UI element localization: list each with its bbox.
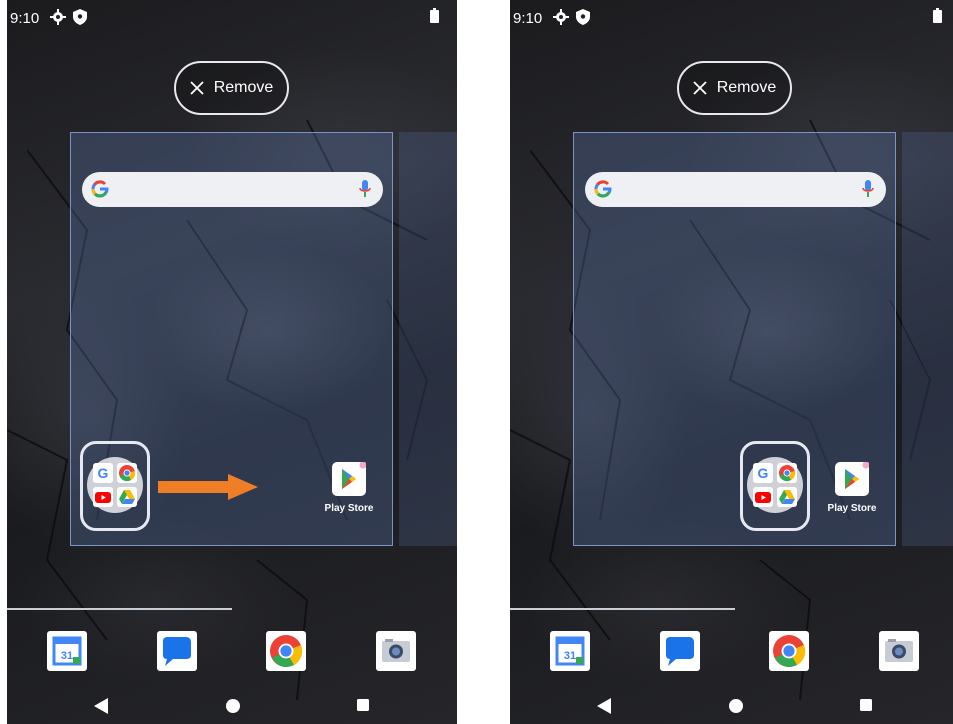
status-bar: 9:10 (7, 0, 457, 34)
play-store-label: Play Store (827, 503, 877, 514)
next-page-preview (902, 132, 953, 546)
svg-text:G: G (98, 465, 109, 481)
calendar-day: 31 (564, 650, 576, 662)
chrome-icon[interactable] (264, 629, 308, 673)
messages-icon[interactable] (658, 629, 702, 673)
app-folder[interactable]: G (87, 457, 143, 513)
camera-icon[interactable] (877, 629, 921, 673)
microphone-icon[interactable] (862, 180, 874, 199)
settings-gear-icon (50, 9, 66, 25)
camera-icon[interactable] (374, 629, 418, 673)
home-screen-after: 9:10 Remove G Play Store 31 (510, 0, 953, 724)
recents-button[interactable] (357, 699, 369, 711)
close-icon (190, 81, 204, 95)
google-icon: G (93, 463, 113, 483)
back-button[interactable] (94, 698, 108, 714)
battery-icon (933, 8, 942, 23)
youtube-icon (753, 487, 773, 507)
play-store-icon[interactable] (835, 461, 870, 496)
dock-divider (7, 608, 232, 610)
home-screen-before: 9:10 Remove G Play Store 31 (7, 0, 457, 724)
youtube-icon (93, 487, 113, 507)
back-button[interactable] (597, 698, 611, 714)
svg-text:G: G (758, 465, 769, 481)
close-icon (693, 81, 707, 95)
dock-divider (510, 608, 735, 610)
messages-icon[interactable] (155, 629, 199, 673)
status-bar: 9:10 (510, 0, 953, 34)
remove-drop-target[interactable]: Remove (174, 61, 289, 115)
drive-icon (777, 487, 797, 507)
calendar-icon[interactable]: 31 (548, 629, 592, 673)
chrome-icon (777, 463, 797, 483)
status-time: 9:10 (10, 10, 40, 27)
remove-label: Remove (716, 79, 777, 96)
microphone-icon[interactable] (359, 180, 371, 199)
play-store-label: Play Store (324, 503, 374, 514)
drive-icon (117, 487, 137, 507)
comparison-stage: 9:10 Remove G Play Store 31 9:10 Remove … (0, 0, 953, 724)
remove-label: Remove (213, 79, 274, 96)
google-search-bar[interactable] (585, 172, 886, 207)
google-search-bar[interactable] (82, 172, 383, 207)
shield-icon (576, 9, 590, 25)
chrome-icon[interactable] (767, 629, 811, 673)
next-page-preview (399, 132, 457, 546)
remove-drop-target[interactable]: Remove (677, 61, 792, 115)
status-time: 9:10 (513, 10, 543, 27)
drag-direction-arrow-icon (158, 474, 258, 500)
home-button[interactable] (729, 699, 743, 713)
google-icon: G (753, 463, 773, 483)
google-g-icon (594, 180, 612, 198)
battery-icon (430, 8, 439, 23)
shield-icon (73, 9, 87, 25)
chrome-icon (117, 463, 137, 483)
home-button[interactable] (226, 699, 240, 713)
settings-gear-icon (553, 9, 569, 25)
recents-button[interactable] (860, 699, 872, 711)
google-g-icon (91, 180, 109, 198)
play-store-icon[interactable] (332, 461, 367, 496)
calendar-day: 31 (61, 650, 73, 662)
calendar-icon[interactable]: 31 (45, 629, 89, 673)
app-folder[interactable]: G (747, 457, 803, 513)
